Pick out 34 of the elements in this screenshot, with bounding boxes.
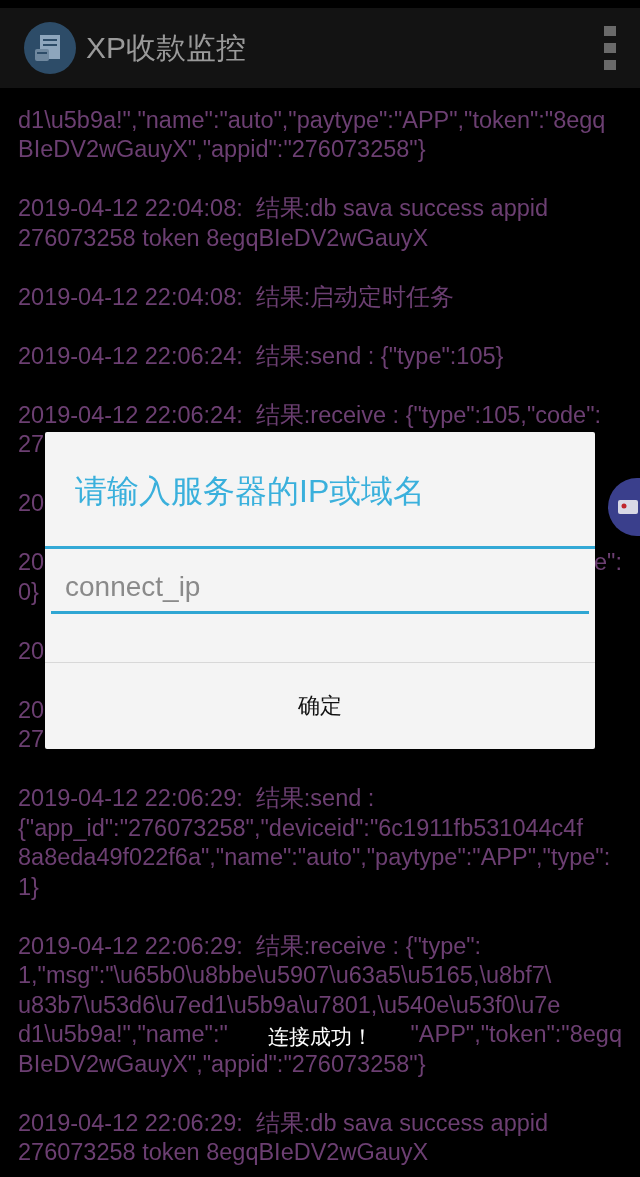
log-text: 20 xyxy=(18,548,45,577)
log-text: 27 xyxy=(18,725,45,754)
log-text: {"app_id":"276073258","deviceid":"6c1911fb531044c4f xyxy=(18,813,583,843)
log-text: d1\u5b9a!","name":" xyxy=(18,1020,228,1049)
log-text: 1} xyxy=(18,872,39,902)
log-text: 2019-04-12 22:04:08: 结果:db sava success appid xyxy=(18,194,549,223)
log-text: 2019-04-12 22:06:29: 结果:send : xyxy=(18,784,375,813)
log-text: BIeDV2wGauyX","appid":"276073258"} xyxy=(18,135,426,164)
log-text: e": xyxy=(594,548,622,577)
confirm-button[interactable]: 确定 xyxy=(45,663,595,749)
log-text: 2019-04-12 22:04:08: 结果:启动定时任务 xyxy=(18,282,455,312)
log-text: 2019-04-12 22:06:29: 结果:receive : {"type": xyxy=(18,931,482,961)
log-text: 27 xyxy=(18,430,45,459)
log-text: 276073258 token 8egqBIeDV2wGauyX xyxy=(18,223,429,253)
floating-button[interactable] xyxy=(608,478,640,536)
log-text: 276073258 token 8egqBIeDV2wGauyX xyxy=(18,1138,429,1167)
more-icon[interactable] xyxy=(604,26,616,70)
log-text: 20 xyxy=(18,489,45,518)
log-text: 1,"msg":"\u65b0\u8bbe\u5907\u63a5\u5165,\u8bf7\ xyxy=(18,961,552,990)
ip-input-field[interactable]: connect_ip xyxy=(51,563,589,614)
log-text: 2019-04-12 22:06:24: 结果:receive : {"type":105,"code": xyxy=(18,400,602,430)
log-text: 0} xyxy=(18,577,39,607)
log-text: 8a8eda49f022f6a","name":"auto","paytype":"APP","type": xyxy=(18,843,611,872)
dialog-title: 请输入服务器的IP或域名 xyxy=(74,472,427,511)
log-text: d1\u5b9a!","name":"auto","paytype":"APP","token":"8egq xyxy=(18,105,606,135)
log-text: 20 xyxy=(18,636,45,666)
app-logo-icon xyxy=(24,22,76,74)
app-title: XP收款监控 xyxy=(86,29,248,66)
log-text: 20 xyxy=(18,695,45,725)
log-text: 2019-04-12 22:06:29: 结果:db sava success appid xyxy=(18,1108,549,1138)
log-text: 2019-04-12 22:06:24: 结果:send : {"type":105} xyxy=(18,341,504,371)
log-text: u83b7\u53d6\u7ed1\u5b9a\u7801,\u540e\u53f0\u7e xyxy=(18,990,561,1020)
log-text: "APP","token":"8egq xyxy=(410,1020,622,1049)
card-icon xyxy=(618,500,638,514)
